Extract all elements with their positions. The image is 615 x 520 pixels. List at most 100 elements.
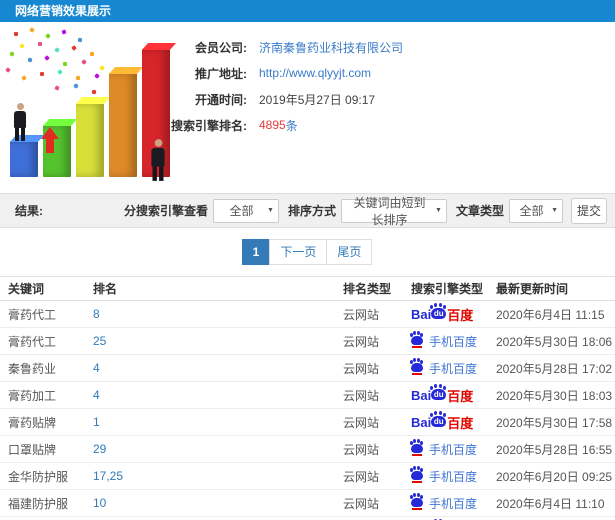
- pagination: 1 下一页 尾页: [241, 239, 373, 265]
- rank-link[interactable]: 17,25: [85, 469, 335, 483]
- article-type-select[interactable]: 全部 ▼: [509, 198, 563, 223]
- baidu-logo-bai-text: Bai: [411, 306, 432, 322]
- result-label: 结果:: [15, 204, 43, 218]
- rank-link[interactable]: 8: [85, 307, 335, 321]
- table-row: 口罩贴牌 29 云网站 手机百度 2020年5月28日 16:55: [0, 436, 615, 463]
- mobile-baidu-icon: 手机百度: [410, 494, 477, 512]
- keyword-cell: 福建防护服: [8, 496, 69, 511]
- rank-link[interactable]: 4: [85, 388, 335, 402]
- rank-type-cell: 云网站: [343, 361, 380, 376]
- sort-order-label: 排序方式: [287, 204, 336, 218]
- engine-cell: 手机百度: [403, 332, 488, 350]
- updated-time-cell: 2020年5月28日 16:55: [496, 442, 613, 457]
- baidu-logo-icon: Bai du 百度: [411, 385, 473, 405]
- table-header-row: 关键词 排名 排名类型 搜索引擎类型 最新更新时间: [0, 276, 615, 301]
- baidu-logo-cn-text: 百度: [447, 415, 474, 431]
- info-row-company: 会员公司: 济南秦鲁药业科技有限公司: [155, 34, 615, 60]
- updated-time-cell: 2020年5月30日 18:03: [496, 388, 613, 403]
- col-rank: 排名: [93, 282, 118, 296]
- baidu-paw-icon: [410, 440, 423, 456]
- ranking-table: 关键词 排名 排名类型 搜索引擎类型 最新更新时间 膏药代工 8 云网站 Bai du 百…: [0, 276, 615, 520]
- filter-controls: 分搜索引擎查看 全部 ▼ 排序方式 关键词由短到长排序 ▼ 文章类型 全部 ▼ …: [120, 196, 607, 227]
- col-engine-type: 搜索引擎类型: [411, 282, 484, 296]
- chevron-down-icon: ▼: [551, 207, 558, 214]
- engine-filter-select[interactable]: 全部 ▼: [212, 198, 279, 223]
- rank-type-cell: 云网站: [343, 388, 380, 403]
- keyword-cell: 膏药贴牌: [8, 415, 57, 430]
- rank-type-cell: 云网站: [343, 334, 380, 349]
- col-rank-type: 排名类型: [343, 282, 392, 296]
- table-row: 福建防护服 10 云网站 手机百度 2020年6月4日 11:10: [0, 490, 615, 517]
- baidu-paw-icon: du: [430, 412, 447, 427]
- company-name-link[interactable]: 济南秦鲁药业科技有限公司: [259, 39, 403, 56]
- engine-cell: Bai du 百度: [403, 385, 488, 405]
- keyword-cell: 膏药代工: [8, 307, 57, 322]
- baidu-paw-icon: [410, 359, 423, 375]
- illustration-bar-orange: [109, 73, 137, 177]
- businessman-figure-right: [149, 139, 167, 181]
- rank-link[interactable]: 25: [85, 334, 335, 348]
- rank-count-unit: 条: [285, 118, 298, 133]
- baidu-paw-icon: [410, 467, 423, 483]
- baidu-paw-icon: [410, 494, 423, 510]
- updated-time-cell: 2020年6月4日 11:10: [496, 496, 605, 511]
- illustration-bar-yellow: [76, 103, 104, 177]
- baidu-logo-bai-text: Bai: [411, 387, 432, 403]
- baidu-logo-du-text: du: [433, 416, 444, 426]
- page-1-button[interactable]: 1: [241, 239, 271, 265]
- rank-type-cell: 云网站: [343, 307, 380, 322]
- baidu-paw-icon: [410, 332, 423, 348]
- illustration-bar-blue: [10, 141, 38, 177]
- sort-order-select[interactable]: 关键词由短到长排序 ▼: [340, 196, 447, 227]
- baidu-logo-cn-text: 百度: [447, 307, 474, 323]
- baidu-logo-du-text: du: [433, 308, 444, 318]
- company-info-panel: 会员公司: 济南秦鲁药业科技有限公司 推广地址: http://www.qlyy…: [0, 22, 615, 193]
- rank-link[interactable]: 1: [85, 415, 335, 429]
- table-row: 秦鲁药业 4 云网站 手机百度 2020年5月28日 17:02: [0, 355, 615, 382]
- baidu-paw-icon: du: [430, 385, 447, 400]
- rank-link[interactable]: 10: [85, 496, 335, 510]
- engine-cell: Bai du 百度: [403, 412, 488, 432]
- chevron-down-icon: ▼: [435, 207, 442, 214]
- promo-url-link[interactable]: http://www.qlyyjt.com: [259, 66, 371, 80]
- engine-filter-label: 分搜索引擎查看: [123, 204, 208, 218]
- article-type-label: 文章类型: [455, 204, 504, 218]
- rank-link[interactable]: 29: [85, 442, 335, 456]
- info-row-rank-count: 搜索引擎排名: 4895 条: [155, 112, 615, 138]
- keyword-cell: 口罩贴牌: [8, 442, 57, 457]
- table-row: 膏药代工 25 云网站 手机百度 2020年5月30日 18:06: [0, 328, 615, 355]
- submit-button[interactable]: 提交: [571, 197, 607, 224]
- baidu-logo-du-text: du: [433, 389, 444, 399]
- keyword-cell: 膏药加工: [8, 388, 57, 403]
- baidu-logo-icon: Bai du 百度: [411, 304, 474, 324]
- engine-cell: 手机百度: [403, 440, 488, 458]
- keyword-cell: 膏药代工: [8, 334, 57, 349]
- mobile-baidu-icon: 手机百度: [410, 467, 478, 485]
- keyword-cell: 金华防护服: [8, 469, 69, 484]
- page-title: 网络营销效果展示: [15, 4, 112, 18]
- mobile-baidu-label: 手机百度: [429, 361, 478, 376]
- article-type-value: 全部: [519, 204, 544, 218]
- mobile-baidu-icon: 手机百度: [410, 440, 478, 458]
- engine-filter-value: 全部: [229, 204, 254, 218]
- rank-link[interactable]: 4: [85, 361, 335, 375]
- rank-type-cell: 云网站: [343, 496, 380, 511]
- next-page-button[interactable]: 下一页: [269, 239, 328, 265]
- mobile-baidu-label: 手机百度: [429, 469, 478, 484]
- chevron-down-icon: ▼: [267, 207, 274, 214]
- mobile-baidu-icon: 手机百度: [410, 332, 478, 350]
- growth-arrow-icon: [41, 127, 59, 153]
- rank-type-cell: 云网站: [343, 415, 380, 430]
- bar-chart-illustration: [0, 24, 178, 189]
- rank-type-cell: 云网站: [343, 442, 380, 457]
- mobile-baidu-label: 手机百度: [429, 442, 478, 457]
- updated-time-cell: 2020年5月28日 17:02: [496, 361, 613, 376]
- engine-cell: 手机百度: [403, 494, 488, 512]
- engine-cell: 手机百度: [403, 359, 488, 377]
- engine-cell: 手机百度: [403, 467, 488, 485]
- mobile-baidu-label: 手机百度: [429, 334, 478, 349]
- table-row: 金华防护服 17,25 云网站 手机百度 2020年6月20日 09:25: [0, 463, 615, 490]
- last-page-button[interactable]: 尾页: [326, 239, 373, 265]
- rank-count-number: 4895: [259, 118, 286, 132]
- info-row-open-time: 开通时间: 2019年5月27日 09:17: [155, 86, 615, 112]
